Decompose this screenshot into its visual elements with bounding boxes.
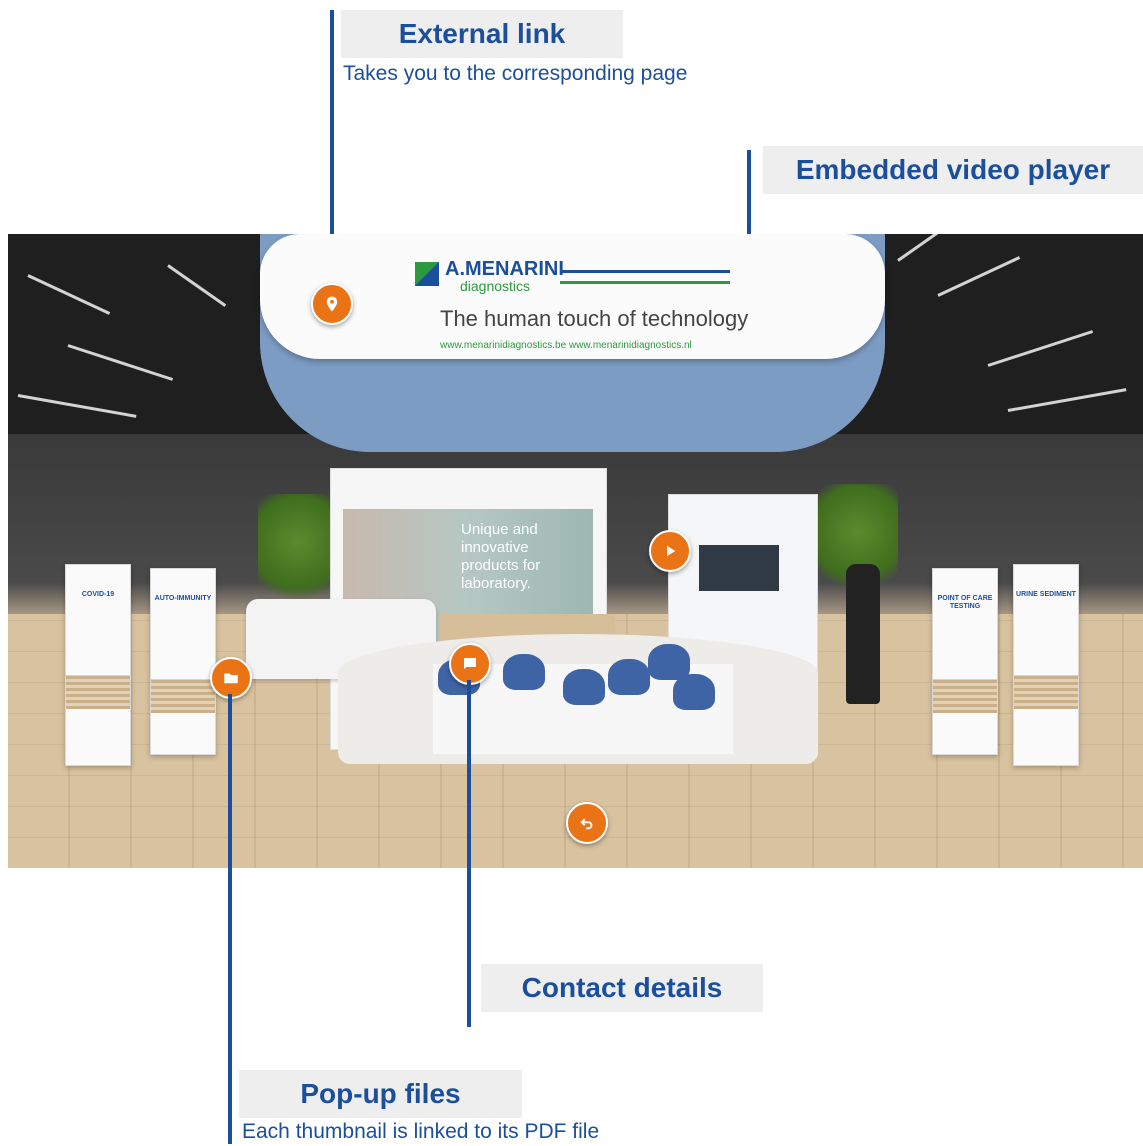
- popup-files-connector: [228, 694, 232, 1144]
- panel-title: POINT OF CARE TESTING: [937, 595, 993, 610]
- panel-slats: [151, 679, 215, 713]
- chair: [608, 659, 650, 695]
- panel-title: URINE SEDIMENT: [1016, 591, 1076, 598]
- folder-icon: [224, 673, 238, 684]
- virtual-booth-scene: A.MENARINI diagnostics The human touch o…: [8, 234, 1143, 868]
- chat-icon: [464, 658, 476, 670]
- chair: [563, 669, 605, 705]
- plant-pot: [846, 564, 880, 704]
- popup-files-label: Pop-up files: [239, 1070, 522, 1118]
- banner-urls: www.menarinidiagnostics.be www.menarinid…: [440, 340, 692, 351]
- menarini-logo-icon: [415, 262, 439, 286]
- video-player-hotspot[interactable]: [649, 530, 691, 572]
- chair: [503, 654, 545, 690]
- external-link-hotspot[interactable]: [311, 283, 353, 325]
- panel-title: COVID-19: [81, 591, 115, 598]
- banner-stripes: [560, 270, 730, 284]
- banner-tagline: The human touch of technology: [440, 306, 749, 331]
- panel-slats: [933, 679, 997, 713]
- panel-autoimmunity: AUTO-IMMUNITY: [150, 568, 216, 755]
- panel-slats: [1014, 675, 1078, 709]
- panel-point-of-care: POINT OF CARE TESTING: [932, 568, 998, 755]
- chair: [673, 674, 715, 710]
- contact-hotspot[interactable]: [449, 643, 491, 685]
- contact-label: Contact details: [481, 964, 763, 1012]
- external-link-label: External link: [341, 10, 623, 58]
- plant-left: [258, 494, 338, 614]
- panel-covid: COVID-19: [65, 564, 131, 766]
- popup-files-description: Each thumbnail is linked to its PDF file: [242, 1120, 600, 1143]
- play-icon: [667, 545, 676, 557]
- panel-urine-sediment: URINE SEDIMENT: [1013, 564, 1079, 766]
- video-player-label: Embedded video player: [763, 146, 1143, 194]
- back-wall-text: Unique and innovative products for labor…: [461, 521, 541, 592]
- banner-brand-sub: diagnostics: [460, 278, 531, 294]
- back-hotspot[interactable]: [566, 802, 608, 844]
- popup-files-hotspot[interactable]: [210, 657, 252, 699]
- brand-banner: A.MENARINI diagnostics The human touch o…: [260, 234, 885, 359]
- back-arrow-icon: [580, 818, 593, 830]
- contact-connector: [467, 680, 471, 1027]
- external-link-description: Takes you to the corresponding page: [343, 62, 688, 85]
- location-pin-icon: [326, 296, 338, 312]
- panel-title: AUTO-IMMUNITY: [154, 595, 212, 602]
- tv-screen: [699, 545, 779, 591]
- panel-slats: [66, 675, 130, 709]
